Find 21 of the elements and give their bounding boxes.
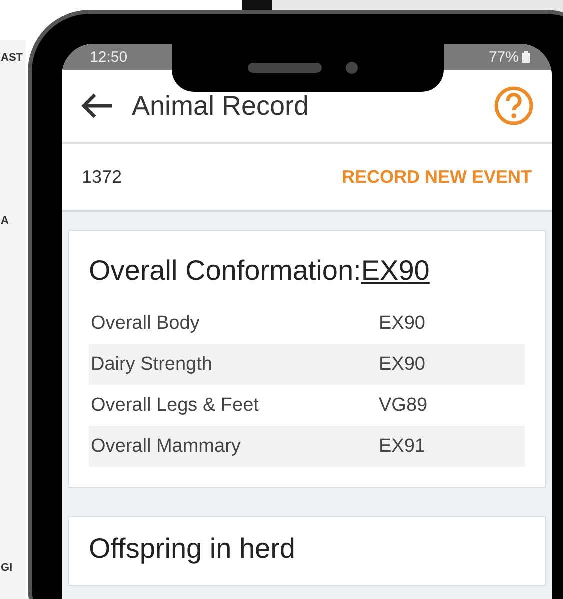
trait-label: Dairy Strength bbox=[91, 354, 214, 376]
trait-label: Overall Body bbox=[91, 312, 201, 334]
trait-score: VG89 bbox=[379, 394, 428, 416]
status-time: 12:50 bbox=[90, 48, 129, 66]
trait-score: EX91 bbox=[379, 436, 426, 458]
trait-score: EX90 bbox=[379, 312, 426, 334]
trait-label: Overall Mammary bbox=[91, 436, 242, 458]
background-text: AST bbox=[1, 52, 23, 64]
battery-icon bbox=[522, 51, 530, 63]
background-text: A bbox=[1, 215, 9, 227]
battery-level: 77% bbox=[488, 48, 519, 66]
trait-score: EX90 bbox=[379, 354, 426, 376]
background-text: GI bbox=[1, 562, 13, 574]
page-title: Animal Record bbox=[132, 90, 310, 122]
animal-id: 1372 bbox=[82, 166, 122, 188]
overall-score: EX90 bbox=[361, 255, 430, 286]
card-title: Offspring in herd bbox=[89, 533, 296, 564]
record-new-event-link[interactable]: RECORD NEW EVENT bbox=[342, 166, 532, 188]
back-arrow-icon[interactable] bbox=[80, 92, 114, 120]
trait-label: Overall Legs & Feet bbox=[91, 394, 260, 416]
card-title: Overall Conformation: bbox=[89, 255, 362, 286]
